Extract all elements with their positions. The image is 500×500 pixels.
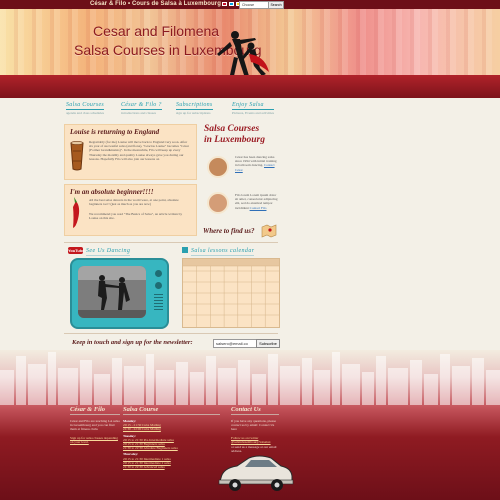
calendar-icon	[182, 247, 188, 253]
search-button[interactable]: Search	[268, 1, 284, 9]
filo-avatar	[207, 192, 229, 214]
footer-about-title: César & Filo	[70, 406, 120, 415]
news-beginner-text1: All the best salsa dancers in the world …	[89, 198, 179, 207]
news-louise-box: Louise is returning to England Regrettab…	[64, 124, 197, 180]
newsletter-label: Keep in touch and sign up for the newsle…	[72, 339, 193, 346]
header-band	[0, 75, 500, 98]
subscribe-button[interactable]: Subscribe	[256, 339, 280, 348]
youtube-icon: YouTube	[68, 247, 85, 254]
footer-about-text: César and Filo are teaching LA salsa in …	[70, 419, 120, 432]
header-title-line1: Cesar and Filomena	[93, 23, 220, 39]
conga-drum-icon	[70, 141, 84, 171]
vintage-car-graphic	[218, 455, 294, 491]
footer-contact: Contact Us If you have any questions, pl…	[231, 406, 279, 453]
footer-contact-text: If you have any questions, please contac…	[231, 419, 277, 432]
footer-about: César & Filo César and Filo are teaching…	[70, 406, 120, 444]
nav-cesar-filo[interactable]: César & Filo ? introductions and classes	[121, 102, 162, 115]
tv-dial-icon	[155, 282, 162, 289]
contact-filo-link[interactable]: Contact Filo	[250, 206, 267, 210]
language-select[interactable]: Choose language	[239, 1, 269, 13]
cesar-bio: César has been dancing salsa since 1994 …	[235, 155, 277, 172]
nav-subscriptions[interactable]: Subscriptions sign up for subscriptions	[176, 102, 213, 115]
footer-signup-link[interactable]: Sign up for salsa classes depending on y…	[70, 436, 118, 444]
tv-dial-icon	[155, 270, 162, 277]
where-to-find-us-link[interactable]: Where to find us?	[203, 227, 255, 235]
footer-schedule-title: Salsa Course	[123, 406, 220, 415]
news-beginner-title: I'm an absolute beginner!!!!	[70, 188, 154, 196]
calendar-title: Salsa lessons calendar	[191, 248, 255, 256]
tv-speaker-icon	[154, 294, 163, 310]
news-beginner-box: I'm an absolute beginner!!!! All the bes…	[64, 184, 197, 236]
flag-icon[interactable]	[229, 2, 234, 6]
chili-pepper-icon	[73, 197, 80, 228]
courses-title-line2: in Luxembourg	[204, 135, 265, 145]
twitter-link[interactable]: Follow us on twitter @salsinluxembourg/S…	[231, 436, 271, 444]
lessons-calendar[interactable]	[182, 258, 280, 328]
news-beginner-text2: We recommend you read "The Basics of Sal…	[89, 212, 183, 221]
news-louise-text: Regrettably (for me) Louise will move ba…	[89, 140, 189, 161]
newsletter-email-input[interactable]: salsero@email.co	[213, 339, 257, 348]
site-title: César & Filo • Cours de Salsa à Luxembou…	[90, 1, 221, 7]
dancing-video-thumbnail	[78, 266, 146, 318]
courses-title-line1: Salsa Courses	[204, 124, 260, 134]
see-us-dancing-title: See Us Dancing	[86, 248, 131, 256]
city-skyline-graphic	[0, 352, 500, 405]
nav-salsa-courses[interactable]: Salsa Courses agenda and class schedules	[66, 102, 105, 115]
filo-bio: Filo lorem Lorem ipsum dolor sit amet, c…	[235, 193, 278, 210]
top-bar: César & Filo • Cours de Salsa à Luxembou…	[0, 0, 500, 13]
news-louise-title: Louise is returning to England	[70, 128, 160, 136]
map-icon[interactable]	[261, 224, 277, 238]
nav-enjoy-salsa[interactable]: Enjoy Salsa Pictures, Events and activit…	[232, 102, 274, 115]
cesar-avatar	[207, 156, 229, 178]
video-tv-player[interactable]	[70, 258, 169, 329]
video-screen[interactable]	[78, 266, 146, 318]
footer-schedule: Salsa Course Monday: 20:15 - 21:30 Cuba …	[123, 406, 220, 469]
footer-contact-title: Contact Us	[231, 406, 279, 415]
flag-icon[interactable]	[222, 2, 227, 6]
